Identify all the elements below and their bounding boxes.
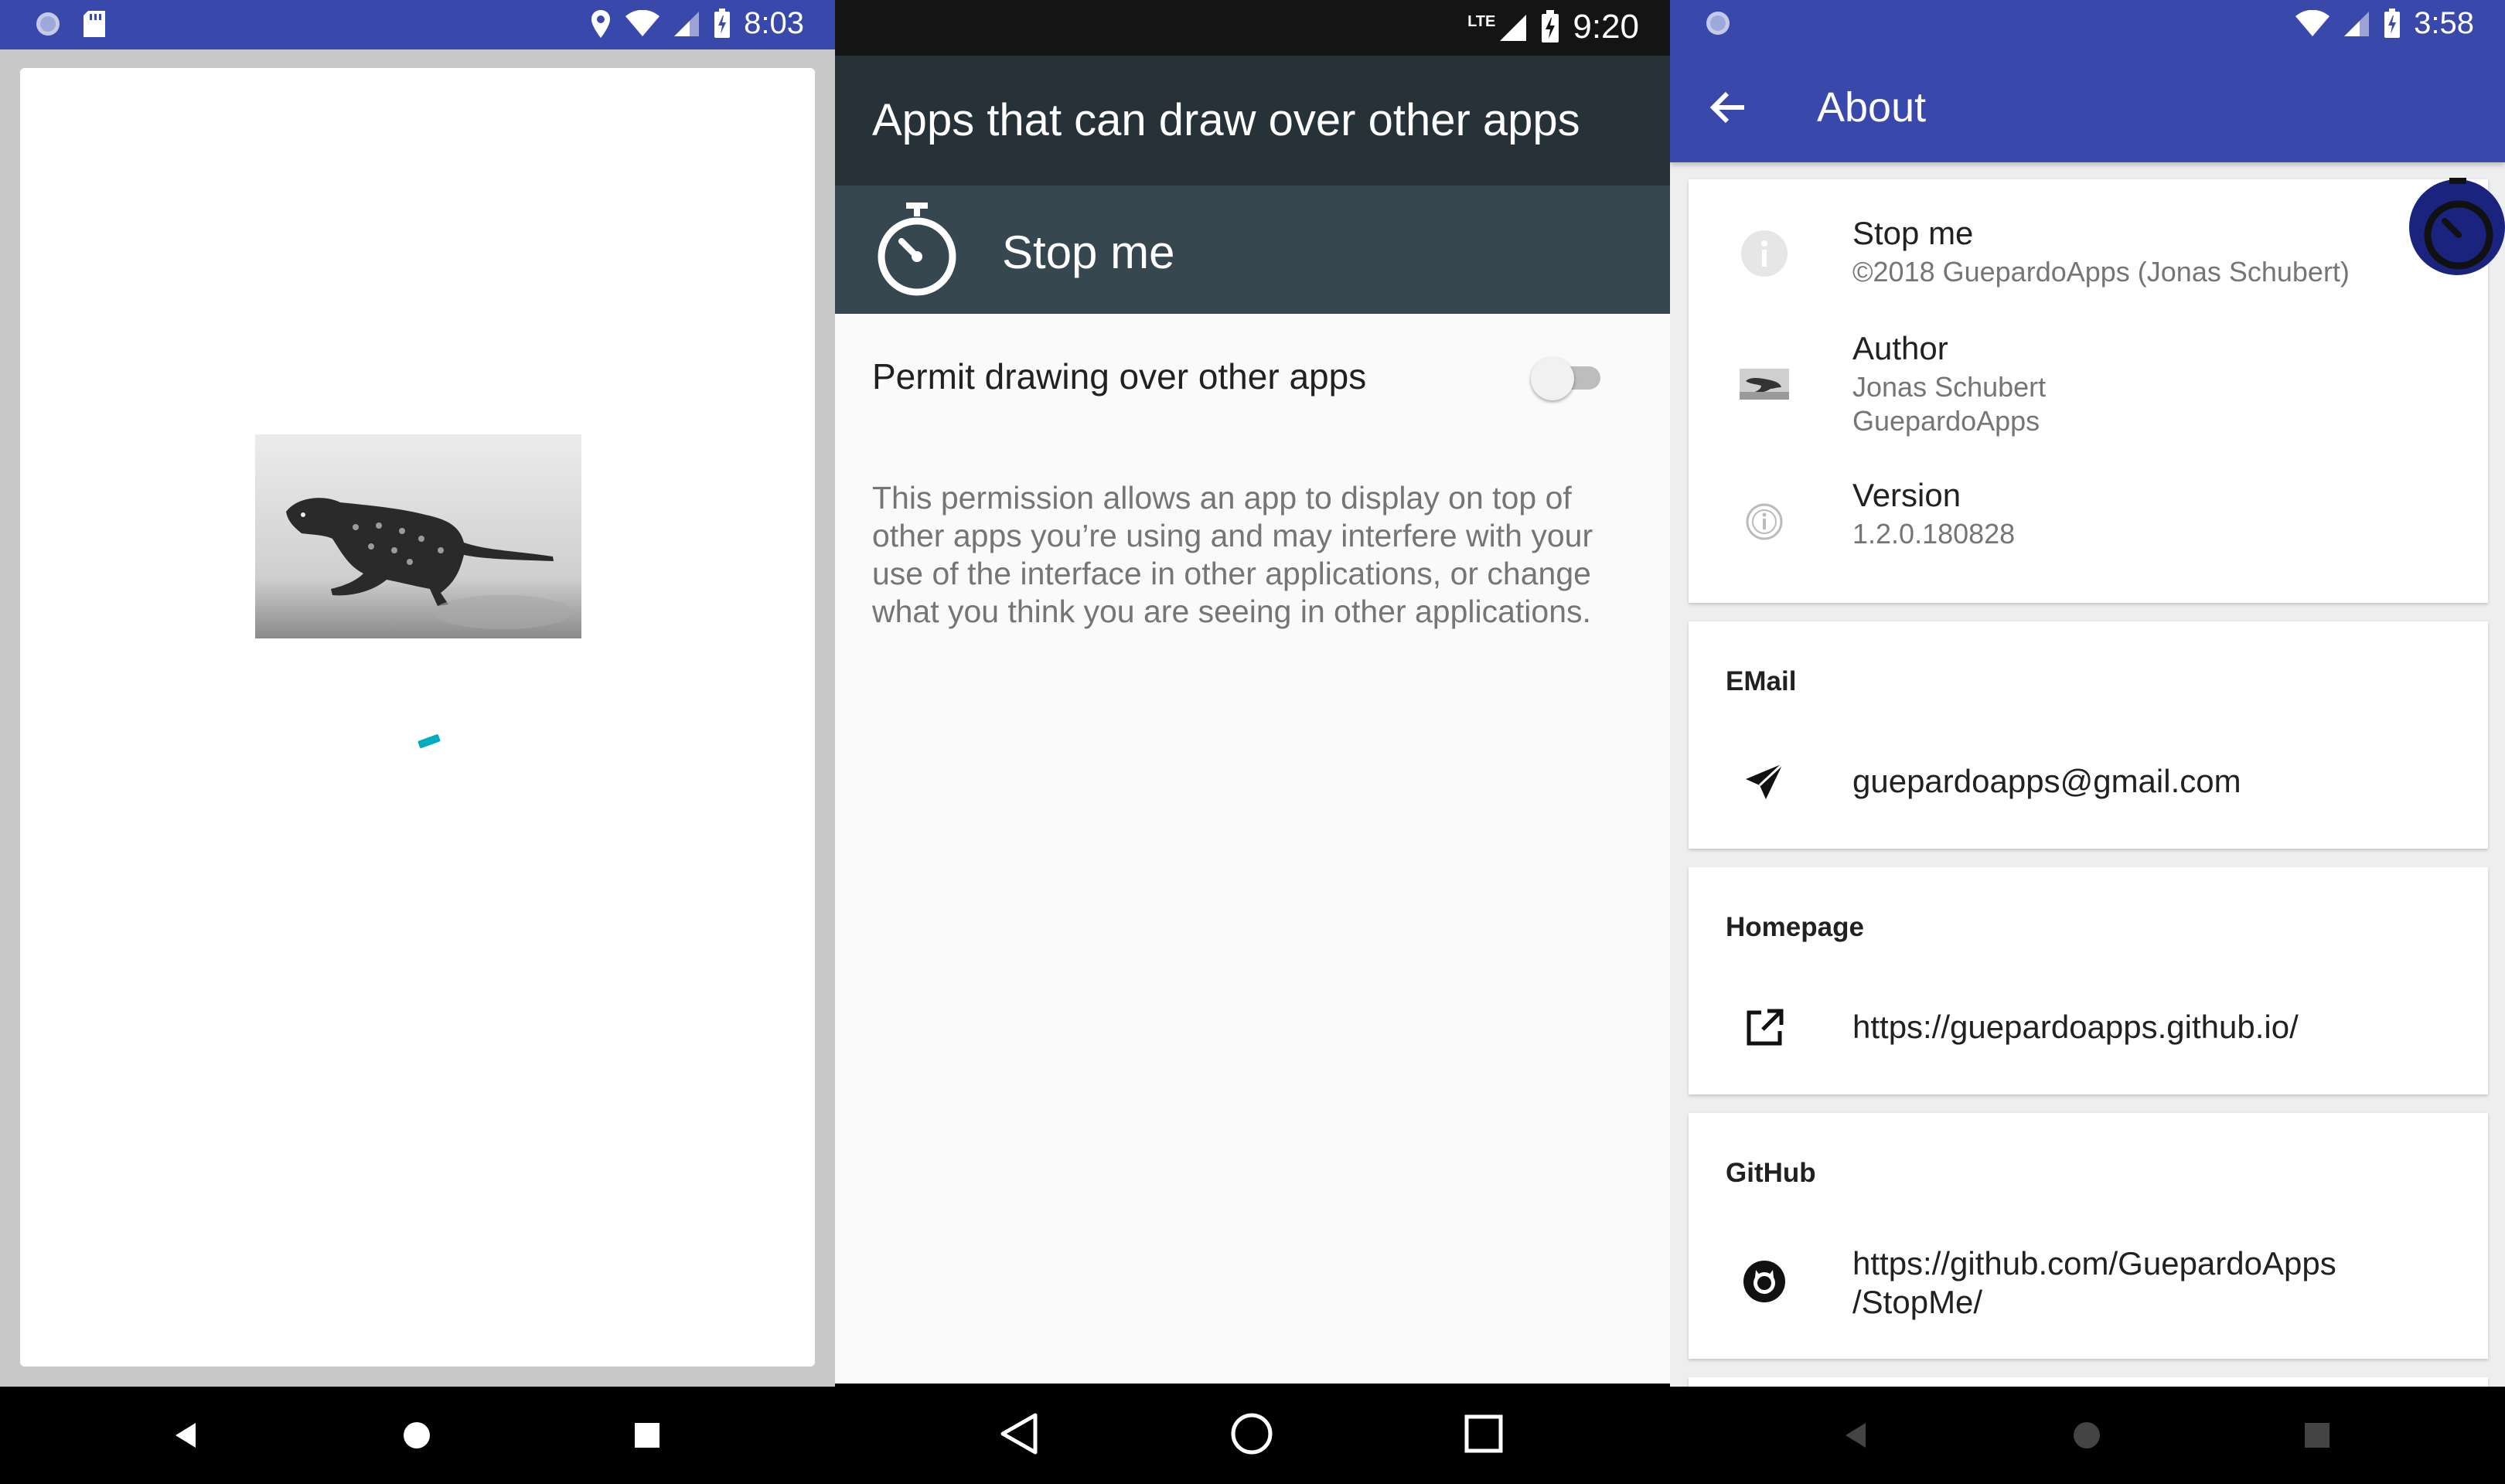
nav-recents-button[interactable] — [612, 1401, 682, 1470]
app-bar: Apps that can draw over other apps — [835, 56, 1670, 186]
author-avatar — [1740, 359, 1789, 409]
app-name-row[interactable]: Stop me ©2018 GuepardoApps (Jonas Schube… — [1689, 203, 2488, 303]
info-icon — [1741, 230, 1788, 277]
version-icon — [1746, 503, 1783, 540]
splash-card — [20, 68, 815, 1367]
app-info-card: Stop me ©2018 GuepardoApps (Jonas Schube… — [1689, 179, 2488, 603]
github-header: GitHub — [1726, 1158, 1816, 1188]
signal-icon — [674, 11, 700, 36]
open-in-new-icon-wrap — [1740, 1003, 1789, 1053]
notification-dot-icon — [1706, 12, 1730, 35]
send-icon — [1746, 762, 1784, 799]
navigation-bar — [0, 1387, 835, 1484]
homepage-link[interactable]: https://guepardoapps.github.io/ — [1852, 1008, 2299, 1047]
status-time: 3:58 — [2414, 6, 2474, 40]
status-bar: LTE 9:20 — [835, 0, 1670, 56]
nav-recents-button[interactable] — [2282, 1401, 2352, 1470]
app-copyright: ©2018 GuepardoApps (Jonas Schubert) — [1852, 256, 2350, 288]
permission-toggle[interactable] — [1531, 354, 1608, 400]
send-icon-wrap — [1740, 757, 1789, 807]
nav-home-icon — [1231, 1413, 1273, 1455]
signal-icon — [1500, 15, 1527, 41]
github-card: GitHub https://github.com/GuepardoApps /… — [1689, 1113, 2488, 1359]
nav-back-icon — [1000, 1413, 1038, 1455]
author-label: Author — [1852, 330, 1948, 366]
signal-icon — [2344, 11, 2370, 36]
nav-home-button[interactable] — [1217, 1399, 1287, 1469]
version-icon-wrap — [1740, 497, 1789, 546]
notification-dot-icon — [36, 12, 60, 36]
back-arrow-icon — [1709, 91, 1744, 124]
sd-card-icon — [84, 11, 105, 37]
author-org: GuepardoApps — [1852, 405, 2040, 437]
battery-charging-icon — [1542, 10, 1559, 43]
nav-recents-button[interactable] — [1449, 1399, 1518, 1469]
open-in-new-icon — [1747, 1009, 1784, 1046]
email-card: EMail guepardoapps@gmail.com — [1689, 621, 2488, 849]
github-link-line1[interactable]: https://github.com/GuepardoApps — [1852, 1244, 2336, 1283]
nav-home-icon — [2074, 1422, 2100, 1448]
wifi-icon — [2295, 9, 2330, 36]
author-name: Jonas Schubert — [1852, 371, 2047, 403]
nav-recents-icon — [2305, 1423, 2329, 1448]
back-button[interactable] — [1701, 80, 1755, 134]
app-header-row: Stop me — [835, 186, 1670, 314]
email-link[interactable]: guepardoapps@gmail.com — [1852, 762, 2241, 801]
toggle-thumb — [1531, 357, 1574, 400]
wifi-icon — [625, 9, 660, 36]
github-icon-wrap — [1740, 1257, 1789, 1306]
battery-charging-icon — [714, 8, 731, 38]
navigation-bar — [1670, 1387, 2505, 1484]
status-bar: 3:58 — [1670, 0, 2505, 49]
nav-back-button[interactable] — [152, 1401, 221, 1470]
nav-home-button[interactable] — [382, 1401, 452, 1470]
homepage-card: Homepage https://guepardoapps.github.io/ — [1689, 867, 2488, 1094]
battery-charging-icon — [2384, 8, 2401, 38]
author-row[interactable]: Author Jonas Schubert GuepardoApps — [1689, 322, 2488, 446]
nav-recents-icon — [635, 1423, 659, 1448]
about-panel: 3:58 About Stop me ©2018 GuepardoApps (J… — [1670, 0, 2505, 1484]
github-link-line2[interactable]: /StopMe/ — [1852, 1283, 1982, 1322]
email-header: EMail — [1726, 666, 1797, 696]
nav-back-icon — [176, 1423, 196, 1448]
email-row[interactable]: guepardoapps@gmail.com — [1689, 736, 2488, 829]
nav-home-icon — [404, 1422, 430, 1448]
status-bar: 8:03 — [0, 0, 835, 49]
permission-description: This permission allows an app to display… — [872, 480, 1593, 629]
app-icon — [1740, 229, 1789, 278]
nav-home-button[interactable] — [2052, 1401, 2122, 1470]
nav-back-icon — [1846, 1423, 1866, 1448]
homepage-header: Homepage — [1726, 912, 1864, 942]
page-title: Apps that can draw over other apps — [872, 95, 1580, 145]
permission-label: Permit drawing over other apps — [872, 356, 1367, 397]
github-icon — [1743, 1261, 1785, 1302]
status-time: 8:03 — [744, 6, 804, 40]
cheetah-avatar — [1740, 369, 1789, 400]
app-bar: About — [1670, 49, 2505, 162]
homepage-row[interactable]: https://guepardoapps.github.io/ — [1689, 982, 2488, 1074]
network-type-label: LTE — [1467, 12, 1496, 30]
splash-screen-panel: 8:03 — [0, 0, 835, 1484]
status-time: 9:20 — [1573, 8, 1639, 46]
version-row[interactable]: Version 1.2.0.180828 — [1689, 469, 2488, 570]
nav-recents-icon — [1464, 1414, 1503, 1453]
version-value: 1.2.0.180828 — [1852, 518, 2016, 550]
nav-back-button[interactable] — [985, 1399, 1055, 1469]
app-name: Stop me — [1852, 215, 1974, 251]
stopwatch-icon — [878, 203, 956, 296]
page-title: About — [1817, 84, 1927, 131]
loading-spinner — [418, 733, 441, 749]
location-icon — [591, 9, 611, 38]
cheetah-image — [255, 434, 581, 638]
nav-back-button[interactable] — [1822, 1401, 1891, 1470]
stopwatch-icon — [2409, 178, 2505, 275]
app-name: Stop me — [1002, 226, 1175, 278]
github-row[interactable]: https://github.com/GuepardoApps /StopMe/ — [1689, 1221, 2488, 1337]
version-label: Version — [1852, 477, 1961, 513]
floating-stopwatch-bubble[interactable] — [2406, 178, 2505, 277]
overlay-permission-panel: LTE 9:20 Apps that can draw over other a… — [835, 0, 1670, 1484]
navigation-bar — [835, 1384, 1670, 1484]
